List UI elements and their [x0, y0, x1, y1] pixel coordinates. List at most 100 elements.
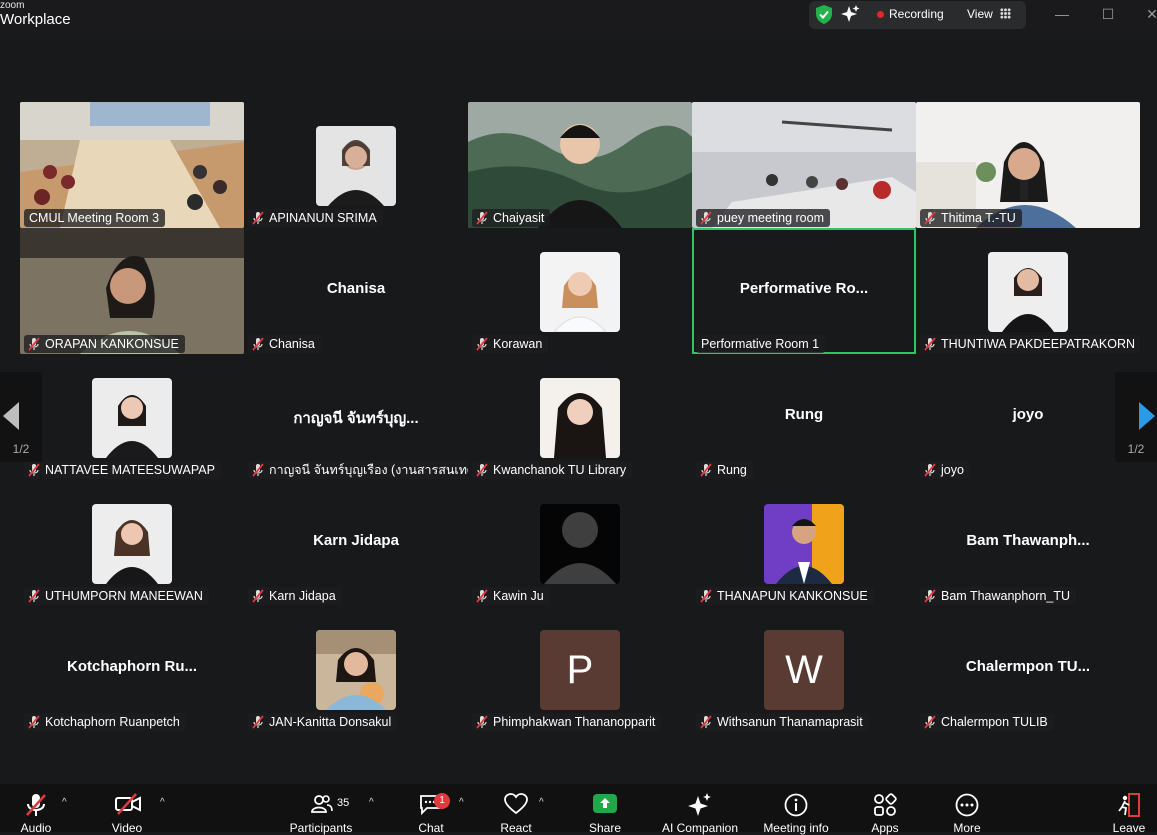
participant-display-name: Bam Thawanph...	[966, 532, 1090, 549]
info-icon	[784, 793, 808, 817]
meeting-info-button[interactable]: Meeting info	[760, 784, 832, 835]
video-options-chevron-icon[interactable]: ^	[160, 797, 165, 808]
participant-name: THUNTIWA PAKDEEPATRAKORN	[941, 337, 1136, 351]
participant-name: Chanisa	[269, 337, 315, 351]
view-button[interactable]: View	[967, 7, 993, 21]
chat-button[interactable]: 1 Chat	[412, 784, 450, 835]
participant-nameplate: JAN-Kanitta Donsakul	[248, 713, 398, 731]
participant-tile[interactable]: Chalermpon TU... Chalermpon TULIB	[916, 606, 1140, 732]
share-button[interactable]: Share	[585, 784, 625, 835]
mic-muted-icon	[924, 589, 936, 603]
next-page-button[interactable]: 1/2	[1115, 372, 1157, 462]
participant-name: Chaiyasit	[493, 211, 545, 225]
recording-label[interactable]: Recording	[889, 7, 944, 21]
participants-count: 35	[337, 797, 350, 809]
react-options-chevron-icon[interactable]: ^	[539, 797, 544, 808]
participant-nameplate: UTHUMPORN MANEEWAN	[24, 587, 209, 605]
participant-nameplate: Bam Thawanphorn_TU	[920, 587, 1077, 605]
leave-button[interactable]: Leave	[1110, 784, 1148, 835]
participant-tile[interactable]: JAN-Kanitta Donsakul	[244, 606, 468, 732]
more-button[interactable]: More	[948, 784, 986, 835]
participant-tile[interactable]: UTHUMPORN MANEEWAN	[20, 480, 244, 606]
participant-nameplate: NATTAVEE MATEESUWAPAP	[24, 461, 221, 479]
participant-tile[interactable]: THANAPUN KANKONSUE	[692, 480, 916, 606]
mic-muted-icon	[28, 463, 40, 477]
participant-name: Chalermpon TULIB	[941, 715, 1048, 729]
meeting-info-label: Meeting info	[763, 821, 829, 835]
participant-nameplate: Karn Jidapa	[248, 587, 342, 605]
mic-muted-icon	[252, 337, 264, 351]
participant-tile[interactable]: Kawin Ju	[468, 480, 692, 606]
avatar	[316, 126, 396, 206]
participant-tile[interactable]: W Withsanun Thanamaprasit	[692, 606, 916, 732]
maximize-button[interactable]: ☐	[1098, 6, 1118, 23]
react-button[interactable]: React	[497, 784, 535, 835]
audio-button[interactable]: Audio	[14, 784, 58, 835]
react-label: React	[500, 821, 532, 835]
mic-muted-icon	[26, 794, 46, 816]
mic-muted-icon	[476, 337, 488, 351]
participant-nameplate: puey meeting room	[696, 209, 831, 227]
video-tile[interactable]: puey meeting room	[692, 102, 916, 228]
participants-button[interactable]: 35 Participants	[285, 784, 357, 835]
participant-nameplate: Korawan	[472, 335, 549, 353]
video-tile[interactable]: CMUL Meeting Room 3	[20, 102, 244, 228]
mic-muted-icon	[924, 715, 936, 729]
previous-page-button[interactable]: 1/2	[0, 372, 42, 462]
participant-tile[interactable]: Korawan	[468, 228, 692, 354]
shield-icon[interactable]	[815, 5, 833, 24]
mic-muted-icon	[476, 715, 488, 729]
participant-tile[interactable]: Chanisa Chanisa	[244, 228, 468, 354]
avatar	[316, 630, 396, 710]
audio-options-chevron-icon[interactable]: ^	[62, 797, 67, 808]
participant-nameplate: APINANUN SRIMA	[248, 209, 383, 227]
page-indicator: 1/2	[12, 442, 30, 456]
participant-tile[interactable]: P Phimphakwan Thananopparit	[468, 606, 692, 732]
page-indicator: 1/2	[1127, 442, 1145, 456]
mic-muted-icon	[924, 337, 936, 351]
mic-muted-icon	[700, 211, 712, 225]
participant-tile[interactable]: กาญจนี จันทร์บุญ... กาญจนี จันทร์บุญเรือ…	[244, 354, 468, 480]
participant-name: Bam Thawanphorn_TU	[941, 589, 1071, 603]
participant-name: joyo	[941, 463, 964, 477]
participant-tile[interactable]: Rung Rung	[692, 354, 916, 480]
participant-tile[interactable]: Karn Jidapa Karn Jidapa	[244, 480, 468, 606]
video-tile[interactable]: ORAPAN KANKONSUE	[20, 228, 244, 354]
chevron-left-icon	[3, 402, 19, 430]
mic-muted-icon	[252, 715, 264, 729]
participant-tile[interactable]: Kotchaphorn Ru... Kotchaphorn Ruanpetch	[20, 606, 244, 732]
ai-companion-label: AI Companion	[661, 821, 739, 835]
chat-options-chevron-icon[interactable]: ^	[459, 797, 464, 808]
minimize-button[interactable]: —	[1052, 6, 1072, 22]
participants-options-chevron-icon[interactable]: ^	[369, 797, 374, 808]
video-button[interactable]: Video	[105, 784, 149, 835]
participant-tile[interactable]: Kwanchanok TU Library	[468, 354, 692, 480]
participant-name: Korawan	[493, 337, 543, 351]
apps-label: Apps	[871, 821, 899, 835]
participant-name: puey meeting room	[717, 211, 825, 225]
participant-tile[interactable]: THUNTIWA PAKDEEPATRAKORN	[916, 228, 1140, 354]
mic-muted-icon	[252, 211, 264, 225]
mic-muted-icon	[924, 211, 936, 225]
participant-nameplate: THUNTIWA PAKDEEPATRAKORN	[920, 335, 1140, 353]
participant-tile[interactable]: Bam Thawanph... Bam Thawanphorn_TU	[916, 480, 1140, 606]
participant-nameplate: Rung	[696, 461, 753, 479]
participant-name: Kawin Ju	[493, 589, 544, 603]
close-button[interactable]: ✕	[1142, 6, 1157, 23]
participant-nameplate: Withsanun Thanamaprasit	[696, 713, 869, 731]
participant-name: APINANUN SRIMA	[269, 211, 377, 225]
active-speaker-tile[interactable]: Performative Ro... Performative Room 1	[692, 228, 916, 354]
ai-companion-button[interactable]: AI Companion	[660, 784, 740, 835]
grid-view-icon[interactable]	[1000, 8, 1011, 19]
participant-tile[interactable]: joyo joyo	[916, 354, 1140, 480]
participant-tile[interactable]: NATTAVEE MATEESUWAPAP	[20, 354, 244, 480]
participant-name: Phimphakwan Thananopparit	[493, 715, 656, 729]
mic-muted-icon	[700, 463, 712, 477]
participant-tile[interactable]: APINANUN SRIMA	[244, 102, 468, 228]
share-label: Share	[588, 821, 622, 835]
apps-button[interactable]: Apps	[866, 784, 904, 835]
ai-sparkle-icon[interactable]	[841, 5, 860, 24]
default-avatar-icon	[540, 504, 620, 584]
video-tile[interactable]: Chaiyasit	[468, 102, 692, 228]
video-tile[interactable]: Thitima T.-TU	[916, 102, 1140, 228]
